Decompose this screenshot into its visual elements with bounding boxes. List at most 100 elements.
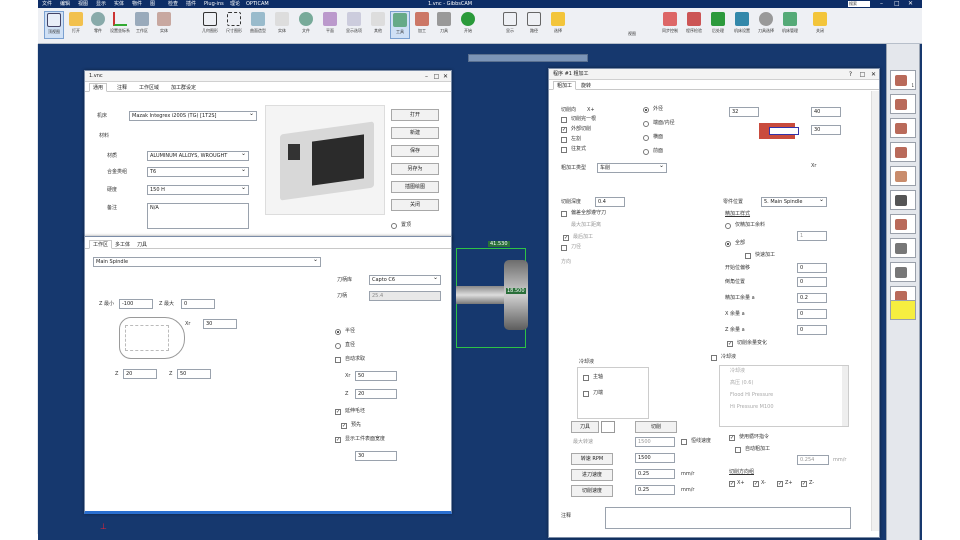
ribbon-geometry[interactable]: 几何图形	[200, 11, 220, 39]
ribbon-start[interactable]: 开始	[458, 11, 478, 39]
save-button[interactable]: 保存	[391, 145, 439, 157]
maximize-icon[interactable]: □	[894, 0, 900, 8]
pin-radio[interactable]	[391, 223, 397, 229]
tilt-input[interactable]: 0	[797, 277, 827, 287]
coolant-checkbox[interactable]	[711, 355, 717, 361]
only-finish-input[interactable]: 1	[797, 231, 827, 241]
tab-workspace[interactable]: 工作区	[89, 240, 113, 249]
ribbon-file[interactable]: 文件	[296, 11, 316, 39]
val-30-input[interactable]: 30	[811, 125, 841, 135]
new-button[interactable]: 新建	[391, 127, 439, 139]
notes-field[interactable]: N/A	[147, 203, 249, 229]
tab-work-area[interactable]: 工作区域	[135, 83, 163, 92]
op-tile-2[interactable]	[890, 94, 916, 114]
ribbon-close[interactable]: 关闭	[810, 11, 830, 39]
tool-len-input[interactable]: 25.4	[369, 291, 441, 301]
check-reciprocal[interactable]	[561, 147, 567, 153]
menu-object[interactable]: 物件	[132, 0, 142, 8]
close-icon[interactable]: ✕	[441, 71, 450, 82]
op-tile-8[interactable]	[890, 238, 916, 258]
tab-roughing[interactable]: 粗加工	[553, 81, 577, 90]
viewport-toolbar[interactable]	[468, 54, 588, 62]
alloy-select[interactable]: T6	[147, 167, 249, 177]
op-tile-6[interactable]	[890, 190, 916, 210]
rpm-input[interactable]: 1500	[635, 453, 675, 463]
maximize-icon[interactable]: □	[432, 71, 441, 82]
ribbon-tool[interactable]: 刀具	[434, 11, 454, 39]
menu-graph[interactable]: 图	[150, 0, 155, 8]
op-tile-1[interactable]: 1	[890, 70, 916, 90]
notes-textarea[interactable]	[605, 507, 851, 529]
ribbon-path[interactable]: 路径	[524, 11, 544, 39]
spindle-select[interactable]: Main Spindle	[93, 257, 321, 267]
tab-notes[interactable]: 注释	[113, 83, 131, 92]
z-min-input[interactable]: -100	[119, 299, 153, 309]
max-rpm-input[interactable]: 1500	[635, 437, 675, 447]
mode-select[interactable]: 车削	[597, 163, 667, 173]
css-checkbox[interactable]	[681, 439, 687, 445]
op-tile-3[interactable]	[890, 118, 916, 138]
val-40-input[interactable]: 40	[811, 107, 841, 117]
tool-system-select[interactable]: Capto C6	[369, 275, 441, 285]
close-icon[interactable]: ✕	[908, 0, 913, 8]
ribbon-post[interactable]: 后处理	[708, 11, 728, 39]
menu-plugins[interactable]: Plug-ins	[204, 0, 224, 8]
minimize-icon[interactable]: –	[880, 0, 883, 8]
z-max-input[interactable]: 0	[181, 299, 215, 309]
open-button[interactable]: 打开	[391, 109, 439, 121]
ribbon-open[interactable]: 打开	[66, 11, 86, 39]
chk-tool-tip[interactable]	[583, 391, 589, 397]
minimize-icon[interactable]: –	[422, 71, 431, 82]
radio-front[interactable]	[643, 149, 649, 155]
depth-input[interactable]: 0.4	[595, 197, 625, 207]
z3-input[interactable]: 20	[355, 389, 397, 399]
ribbon-other[interactable]: 其他	[368, 11, 388, 39]
opt1-checkbox[interactable]	[561, 211, 567, 217]
menu-display[interactable]: 显示	[96, 0, 106, 8]
save-as-button[interactable]: 另存为	[391, 163, 439, 175]
ribbon-tools[interactable]: 工具	[390, 11, 410, 39]
quick-checkbox[interactable]	[745, 253, 751, 259]
radio-side[interactable]	[643, 135, 649, 141]
auto-rough-input[interactable]: 0.254	[797, 455, 829, 465]
cut-feed-button[interactable]: 切削速度	[571, 485, 613, 497]
approach-feed-button[interactable]: 进刀速度	[571, 469, 613, 481]
show-width-checkbox[interactable]: ✓	[335, 437, 341, 443]
close-button[interactable]: 关闭	[391, 199, 439, 211]
menu-check[interactable]: 检查	[168, 0, 178, 8]
check-external[interactable]: ✓	[561, 127, 567, 133]
spindle-pos-select[interactable]: 5. Main Spindle	[761, 197, 827, 207]
tool-swatch[interactable]	[601, 421, 615, 433]
x-allow-input[interactable]: 0	[797, 309, 827, 319]
ribbon-verify[interactable]: 程序检验	[684, 11, 704, 39]
stock-width-input[interactable]: 30	[355, 451, 397, 461]
tab-machining-group[interactable]: 加工群设定	[167, 83, 200, 92]
axis-zplus-checkbox[interactable]: ✓	[777, 481, 783, 487]
xr-input[interactable]: 30	[203, 319, 237, 329]
preset-checkbox[interactable]: ✓	[341, 423, 347, 429]
op-tile-7[interactable]	[890, 214, 916, 234]
menu-theory[interactable]: 理论	[230, 0, 240, 8]
sub-checkbox[interactable]	[561, 245, 567, 251]
extend-stock-checkbox[interactable]: ✓	[335, 409, 341, 415]
op-tile-9[interactable]	[890, 262, 916, 282]
ribbon-top-view[interactable]: 顶视图	[44, 11, 64, 39]
coolant-item[interactable]: Hi Pressure M100	[730, 404, 774, 411]
search-box[interactable]: 搜索	[848, 1, 870, 7]
menu-edit[interactable]: 编辑	[60, 0, 70, 8]
diameter-radio[interactable]	[335, 343, 341, 349]
radius-radio[interactable]	[335, 329, 341, 335]
opt3-checkbox[interactable]: ✓	[563, 235, 569, 241]
tab-general[interactable]: 通用	[89, 83, 108, 92]
cycle-checkbox[interactable]: ✓	[729, 435, 735, 441]
coolant-item[interactable]: Flood Hi Pressure	[730, 392, 773, 399]
tab-multi-body[interactable]: 多工体	[111, 240, 134, 249]
tab-rotate[interactable]: 旋转	[577, 81, 595, 90]
close-icon[interactable]: ✕	[869, 69, 878, 80]
ribbon-machine-setup[interactable]: 机床设置	[732, 11, 752, 39]
hardness-select[interactable]: 150 H	[147, 185, 249, 195]
ribbon-solid[interactable]: 实体	[154, 11, 174, 39]
coolant-item[interactable]: 冷却液	[730, 368, 745, 375]
ribbon-solid2[interactable]: 实体	[272, 11, 292, 39]
op-tile-4[interactable]	[890, 142, 916, 162]
